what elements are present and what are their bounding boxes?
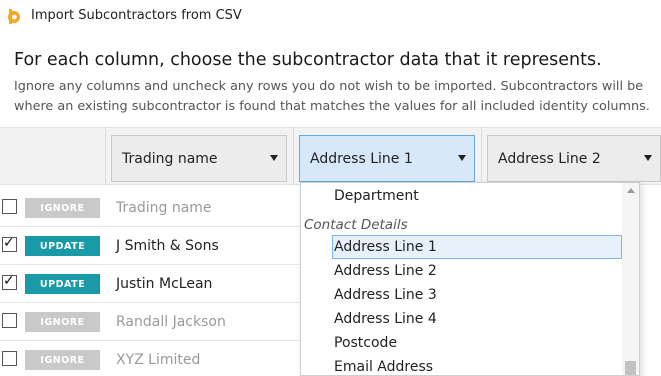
status-badge[interactable]: UPDATE (25, 274, 100, 294)
table-row: ✓ UPDATE Justin McLean (0, 264, 300, 302)
app-logo-icon (7, 7, 25, 25)
dropdown-option-address-line-3[interactable]: Address Line 3 (334, 287, 437, 303)
row-name: J Smith & Sons (116, 238, 219, 254)
dropdown-option-address-line-4[interactable]: Address Line 4 (334, 311, 437, 327)
row-name: Trading name (116, 200, 212, 216)
column-separator (293, 127, 294, 185)
column-select-address-line-1[interactable]: Address Line 1 (299, 135, 475, 182)
table-row: ✓ UPDATE J Smith & Sons (0, 226, 300, 264)
row-name: Randall Jackson (116, 314, 226, 330)
title-bar: Import Subcontractors from CSV (0, 0, 661, 34)
page-heading: For each column, choose the subcontracto… (14, 50, 602, 70)
column-separator (105, 127, 106, 185)
dropdown-option-email-address[interactable]: Email Address (334, 359, 433, 375)
table-row: IGNORE Trading name (0, 188, 300, 226)
status-badge[interactable]: IGNORE (25, 350, 100, 370)
dropdown-scrollbar[interactable] (622, 183, 639, 375)
dropdown-group-contact-details: Contact Details (304, 217, 408, 233)
dropdown-option-postcode[interactable]: Postcode (334, 335, 397, 351)
import-dialog: Import Subcontractors from CSV For each … (0, 0, 661, 376)
status-badge[interactable]: UPDATE (25, 236, 100, 256)
row-checkbox[interactable] (2, 199, 17, 214)
instruction-line-1: Ignore any columns and uncheck any rows … (14, 79, 644, 94)
instruction-line-2: where an existing subcontractor is found… (14, 99, 650, 114)
chevron-down-icon (644, 155, 652, 161)
dropdown-option-address-line-2[interactable]: Address Line 2 (334, 263, 437, 279)
table-row: IGNORE XYZ Limited (0, 340, 300, 376)
status-badge[interactable]: IGNORE (25, 312, 100, 332)
chevron-down-icon (270, 155, 278, 161)
column-type-dropdown[interactable]: Department Contact Details Address Line … (300, 182, 640, 376)
dropdown-option-department[interactable]: Department (334, 188, 419, 204)
dropdown-option-address-line-1[interactable]: Address Line 1 (334, 239, 437, 255)
column-select-address-line-2[interactable]: Address Line 2 (487, 135, 661, 182)
scrollbar-thumb[interactable] (625, 361, 636, 375)
scroll-up-arrow-icon[interactable] (627, 188, 635, 193)
row-name: Justin McLean (116, 276, 213, 292)
chevron-down-icon (458, 155, 466, 161)
column-select-trading-name[interactable]: Trading name (111, 135, 287, 182)
table-row: IGNORE Randall Jackson (0, 302, 300, 340)
column-separator (481, 127, 482, 185)
column-select-label: Address Line 2 (498, 150, 601, 167)
row-checkbox[interactable]: ✓ (2, 235, 17, 252)
row-name: XYZ Limited (116, 352, 201, 368)
checkmark-icon: ✓ (3, 235, 15, 251)
row-checkbox[interactable] (2, 313, 17, 328)
row-checkbox[interactable]: ✓ (2, 273, 17, 290)
checkmark-icon: ✓ (3, 273, 15, 289)
row-checkbox[interactable] (2, 351, 17, 366)
column-select-label: Address Line 1 (310, 150, 413, 167)
window-title: Import Subcontractors from CSV (31, 8, 242, 23)
column-select-label: Trading name (122, 150, 218, 167)
status-badge[interactable]: IGNORE (25, 198, 100, 218)
